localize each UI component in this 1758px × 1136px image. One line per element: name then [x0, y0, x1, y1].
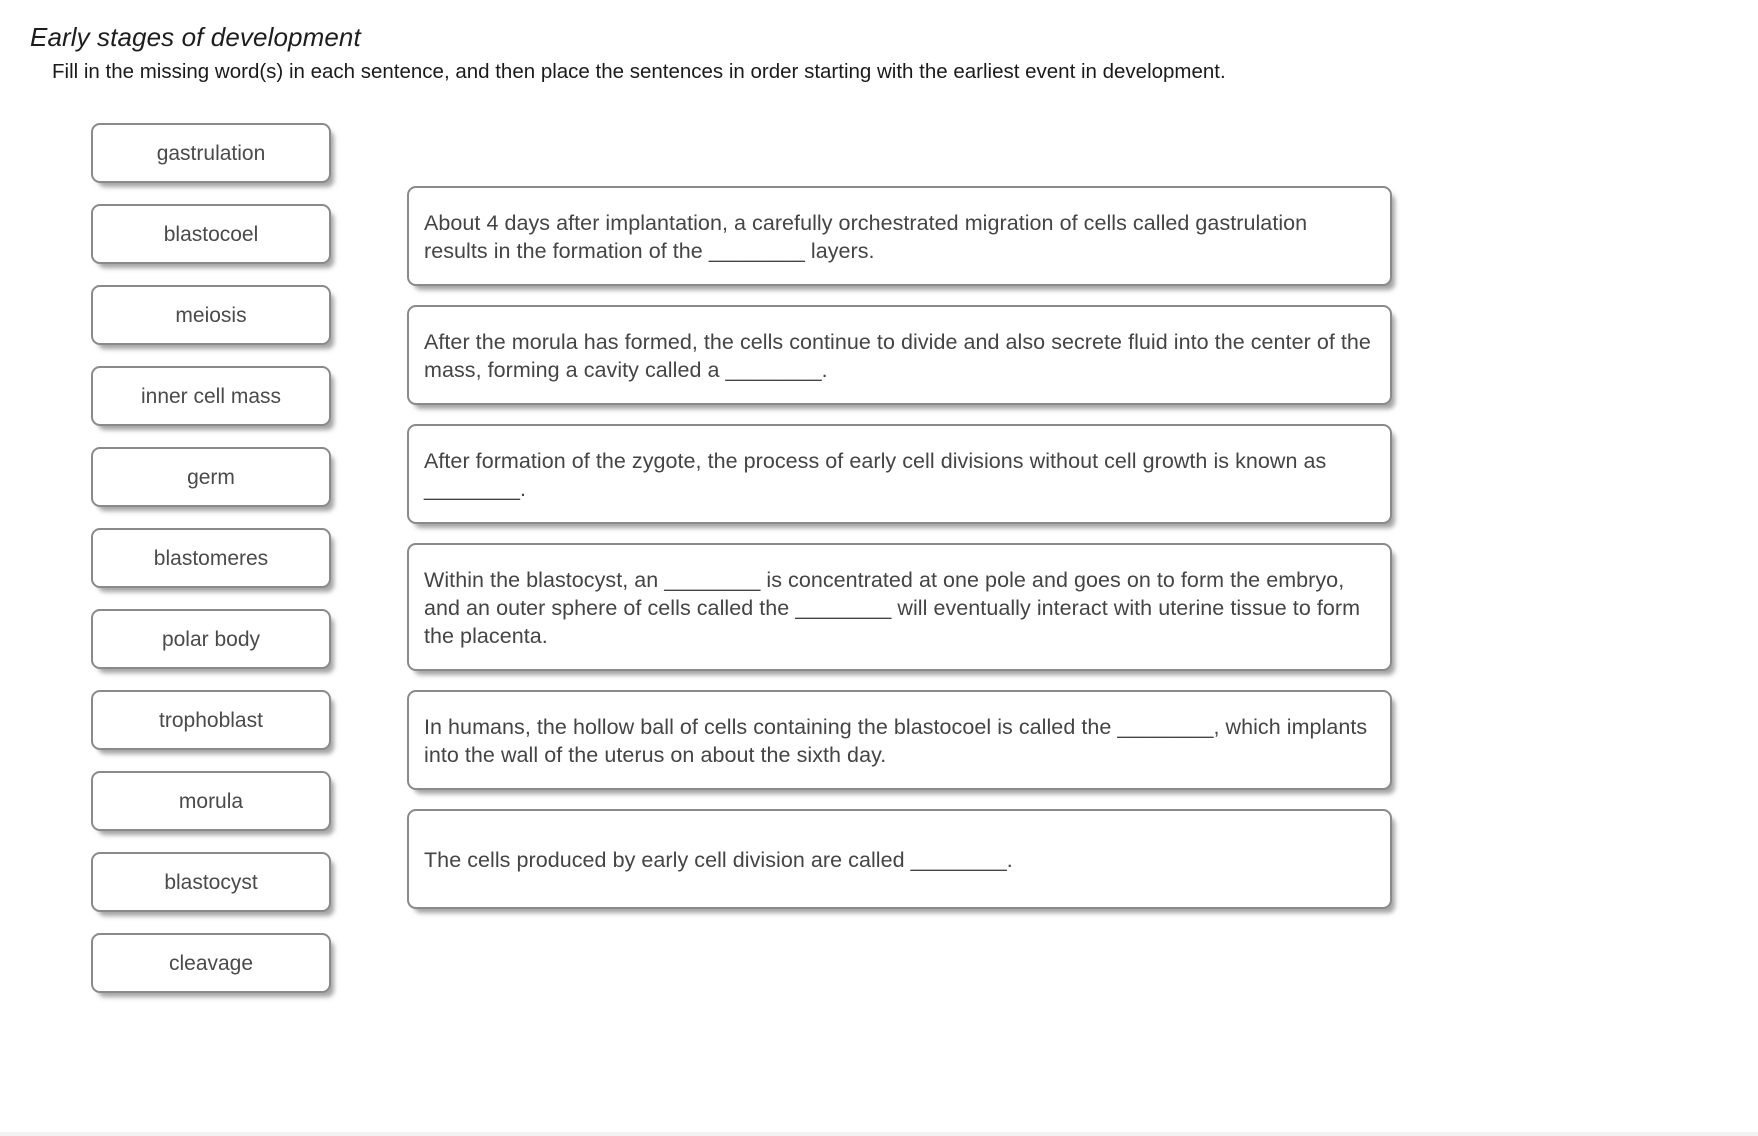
word-card[interactable]: blastocoel [91, 204, 331, 264]
word-card-label: blastomeres [153, 546, 269, 570]
word-card-label: germ [187, 465, 235, 489]
word-card[interactable]: polar body [91, 609, 331, 669]
sentence-text: After the morula has formed, the cells c… [424, 330, 1371, 382]
sentence-card[interactable]: After the morula has formed, the cells c… [407, 305, 1392, 405]
word-card-label: polar body [161, 627, 261, 651]
sentence-text: Within the blastocyst, an ________ is co… [424, 568, 1361, 648]
sentence-text: In humans, the hollow ball of cells cont… [424, 715, 1368, 767]
word-card[interactable]: germ [91, 447, 331, 507]
header: Early stages of development Fill in the … [30, 22, 1630, 84]
word-card-label: morula [178, 789, 244, 813]
page-title: Early stages of development [30, 22, 361, 52]
word-card[interactable]: trophoblast [91, 690, 331, 750]
word-bank-column: gastrulation blastocoel meiosis inner cell … [91, 123, 331, 1014]
sentence-card[interactable]: About 4 days after implantation, a caref… [407, 186, 1392, 286]
sentence-card[interactable]: After formation of the zygote, the proce… [407, 424, 1392, 524]
sentence-column: About 4 days after implantation, a caref… [407, 186, 1392, 928]
word-card[interactable]: morula [91, 771, 331, 831]
sentence-text: The cells produced by early cell divisio… [424, 848, 1013, 872]
sentence-text: About 4 days after implantation, a caref… [424, 211, 1308, 263]
instruction-text: Fill in the missing word(s) in each sent… [52, 60, 1226, 83]
word-card[interactable]: meiosis [91, 285, 331, 345]
word-card-label: meiosis [175, 303, 247, 327]
word-card[interactable]: gastrulation [91, 123, 331, 183]
page-bottom-edge [0, 1132, 1758, 1136]
sentence-card[interactable]: In humans, the hollow ball of cells cont… [407, 690, 1392, 790]
word-card[interactable]: blastocyst [91, 852, 331, 912]
word-card-label: blastocoel [163, 222, 259, 246]
word-card-label: inner cell mass [140, 384, 282, 408]
sentence-card[interactable]: Within the blastocyst, an ________ is co… [407, 543, 1392, 671]
sentence-text: After formation of the zygote, the proce… [424, 449, 1327, 501]
sentence-card[interactable]: The cells produced by early cell divisio… [407, 809, 1392, 909]
word-card-label: blastocyst [164, 870, 258, 894]
word-card[interactable]: cleavage [91, 933, 331, 993]
word-card-label: trophoblast [159, 708, 263, 732]
word-card-label: gastrulation [156, 141, 266, 165]
word-card[interactable]: blastomeres [91, 528, 331, 588]
word-card[interactable]: inner cell mass [91, 366, 331, 426]
word-card-label: cleavage [168, 951, 254, 975]
